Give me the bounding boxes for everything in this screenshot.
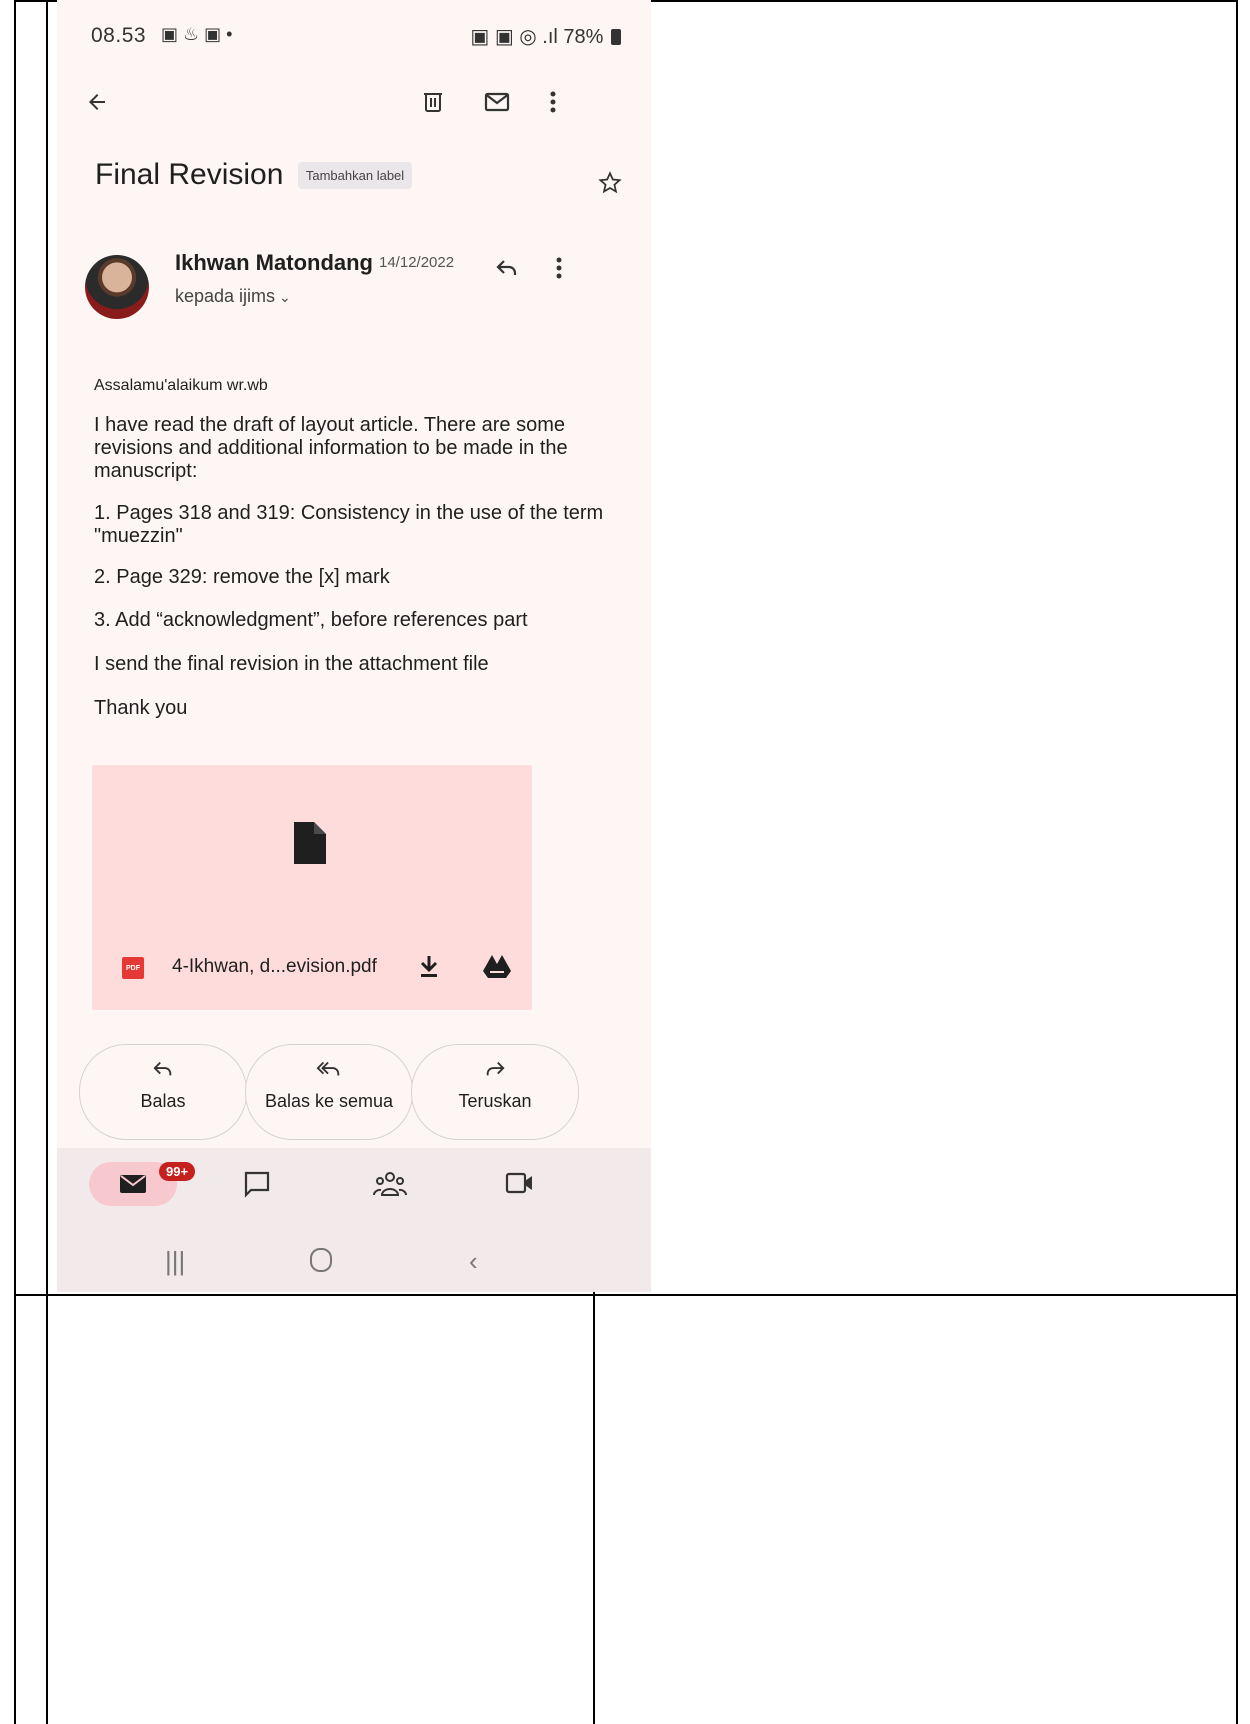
body-item-1: 1. Pages 318 and 319: Consistency in the…	[94, 502, 604, 547]
message-more-button[interactable]	[539, 246, 579, 290]
reply-icon-button[interactable]	[485, 246, 529, 290]
table-border-right	[1236, 0, 1238, 1724]
nav-meet[interactable]	[505, 1170, 535, 1201]
battery-icon	[611, 29, 621, 45]
back-nav-icon[interactable]: ‹	[469, 1246, 478, 1277]
spaces-icon	[372, 1172, 408, 1196]
more-vert-icon	[556, 257, 562, 279]
trash-icon	[424, 93, 442, 112]
download-icon	[420, 956, 438, 977]
nav-spaces[interactable]	[372, 1170, 408, 1203]
star-icon	[598, 171, 622, 194]
reply-all-icon	[246, 1059, 412, 1085]
reply-all-label: Balas ke semua	[264, 1091, 394, 1111]
envelope-icon	[484, 92, 510, 112]
phone-screenshot: 08.53 ▣ ♨ ▣ • ▣ ▣ ◎ .ıl 78% Final Revisi…	[57, 0, 651, 1292]
nav-mail[interactable]: 99+	[89, 1162, 196, 1206]
file-icon	[292, 820, 328, 871]
add-label-chip[interactable]: Tambahkan label	[297, 161, 413, 189]
forward-icon	[412, 1059, 578, 1085]
status-right: ▣ ▣ ◎ .ıl 78%	[470, 24, 621, 49]
recipient-toggle[interactable]: kepada ijims ⌄	[175, 286, 291, 307]
save-to-drive-button[interactable]	[482, 953, 512, 984]
body-attachment-note: I send the final revision in the attachm…	[94, 653, 489, 675]
nav-chat[interactable]	[243, 1170, 271, 1203]
more-vert-icon	[550, 91, 556, 113]
pdf-icon: PDF	[122, 957, 144, 979]
download-button[interactable]	[417, 953, 441, 984]
back-button[interactable]	[75, 80, 119, 124]
reply-label: Balas	[140, 1091, 186, 1111]
star-button[interactable]	[597, 170, 623, 201]
body-closing: Thank you	[94, 697, 188, 719]
reply-icon	[496, 260, 517, 275]
top-app-bar	[57, 70, 651, 134]
body-greeting: Assalamu'alaikum wr.wb	[94, 377, 268, 394]
unread-badge: 99+	[159, 1162, 196, 1181]
chevron-down-icon: ⌄	[279, 289, 291, 305]
more-options-button[interactable]	[531, 80, 575, 124]
forward-button[interactable]: Teruskan	[411, 1044, 579, 1140]
mark-unread-button[interactable]	[475, 80, 519, 124]
table-border-row-divider	[14, 1294, 1238, 1296]
attachment-filename: 4-Ikhwan, d...evision.pdf	[172, 956, 377, 977]
subject-row: Final Revision Tambahkan label	[95, 158, 615, 208]
mail-icon	[120, 1175, 146, 1193]
body-paragraph: I have read the draft of layout article.…	[94, 414, 568, 482]
reply-all-button[interactable]: Balas ke semua	[245, 1044, 413, 1140]
sender-name: Ikhwan Matondang	[175, 250, 373, 275]
recent-apps-icon[interactable]: |||	[165, 1246, 185, 1277]
reply-icon	[80, 1059, 246, 1085]
email-date: 14/12/2022	[379, 254, 455, 271]
body-item-3: 3. Add “acknowledgment”, before referenc…	[94, 609, 528, 631]
delete-button[interactable]	[411, 80, 455, 124]
attachment-card[interactable]: PDF 4-Ikhwan, d...evision.pdf	[92, 765, 532, 1010]
table-border-inner-left	[46, 0, 48, 1724]
notification-icons: ▣ ♨ ▣ •	[161, 24, 233, 44]
table-border-left	[14, 0, 16, 1724]
body-item-2: 2. Page 329: remove the [x] mark	[94, 566, 390, 588]
system-icons: ▣ ▣ ◎ .ıl	[470, 26, 558, 48]
reply-button[interactable]: Balas	[79, 1044, 247, 1140]
forward-label: Teruskan	[458, 1091, 532, 1111]
meet-icon	[505, 1172, 532, 1194]
sender-avatar[interactable]	[85, 255, 149, 319]
recipient-text: kepada ijims	[175, 286, 276, 306]
battery-level: 78%	[563, 26, 604, 48]
home-icon[interactable]	[309, 1246, 333, 1281]
status-time: 08.53	[91, 24, 147, 47]
status-bar: 08.53 ▣ ♨ ▣ • ▣ ▣ ◎ .ıl 78%	[57, 0, 651, 70]
chat-icon	[244, 1171, 270, 1198]
bottom-navigation: 99+ ||| ‹	[57, 1148, 651, 1292]
drive-icon	[483, 955, 511, 978]
email-subject: Final Revision	[95, 158, 284, 191]
arrow-left-icon	[89, 94, 105, 110]
